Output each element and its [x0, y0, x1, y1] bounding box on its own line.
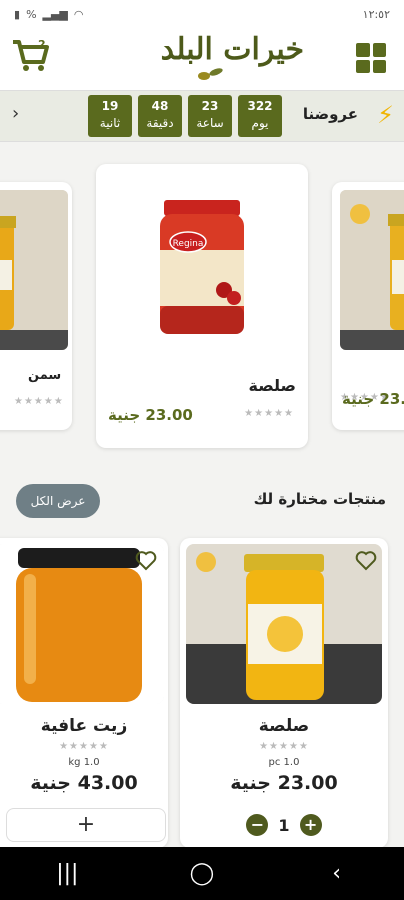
app-header: 2 خيرات البلد: [0, 28, 404, 90]
product-image-tomato-paste: Regina: [160, 200, 244, 334]
product-name: زيت عافية: [40, 716, 128, 736]
brand-label: Regina: [173, 239, 204, 249]
countdown-hours: 23 ساعة: [188, 95, 232, 137]
product-price: 43.00 جنية: [30, 772, 138, 794]
battery-percent: %: [26, 7, 37, 21]
countdown-hours-value: 23: [201, 99, 219, 113]
menu-grid-button[interactable]: [356, 43, 386, 73]
countdown-minutes-value: 48: [151, 99, 169, 113]
quantity-value: 1: [278, 815, 290, 835]
logo-text: خيرات البلد: [160, 32, 305, 67]
increase-quantity-button[interactable]: +: [299, 814, 322, 836]
product-unit: pc 1.0: [268, 757, 300, 768]
grid-cell-icon: [372, 59, 386, 73]
signal-icon: ▂▄▆: [42, 7, 68, 21]
countdown-seconds: 19 ثانية: [88, 95, 132, 137]
rating-stars: ★★★★★: [14, 396, 64, 407]
grid-cell-icon: [372, 43, 386, 57]
product-name: صلصة: [258, 716, 310, 736]
grid-cell-icon: [356, 59, 370, 73]
cart-button[interactable]: 2: [10, 34, 54, 78]
product-card[interactable]: صلصة ★★★★★ pc 1.0 23.00 جنية − 1 +: [180, 538, 388, 848]
rating-stars: ★★★★★: [259, 741, 309, 752]
countdown-hours-unit: ساعة: [196, 116, 224, 130]
countdown-seconds-value: 19: [101, 99, 119, 113]
clock: ١٢:٥٢: [362, 7, 390, 21]
countdown-minutes: 48 دقيقة: [138, 95, 182, 137]
countdown-seconds-unit: ثانية: [99, 116, 121, 130]
offers-title: عروضنا: [302, 105, 358, 123]
back-icon[interactable]: ‹: [307, 861, 367, 886]
carousel-card-main[interactable]: Regina صلصة ★★★★★ 23.00 جنية: [96, 164, 308, 448]
product-image-honey: [186, 544, 382, 704]
product-name: سمن: [28, 368, 62, 383]
home-icon[interactable]: ◯: [172, 861, 232, 886]
status-bar: ▮ % ▂▄▆ ◠ ١٢:٥٢: [0, 0, 404, 28]
olive-icon: [198, 68, 223, 80]
countdown-days-value: 322: [247, 99, 273, 113]
product-price: 23.00 جنية: [230, 772, 338, 794]
countdown-timer: 19 ثانية 48 دقيقة 23 ساعة 322 يوم: [88, 95, 282, 137]
status-icons: ▮ % ▂▄▆ ◠: [14, 8, 84, 21]
app-logo: خيرات البلد: [104, 30, 305, 86]
product-card[interactable]: زيت عافية ★★★★★ kg 1.0 43.00 جنية +: [0, 538, 168, 848]
product-price: 23.00 جنية: [342, 390, 404, 408]
product-price: 23.00 جنية: [108, 406, 193, 424]
add-to-cart-button[interactable]: +: [6, 808, 166, 842]
product-name: صلصة: [248, 376, 296, 395]
recent-apps-icon[interactable]: |||: [37, 861, 97, 886]
quantity-stepper: − 1 +: [180, 814, 388, 836]
chevron-left-icon[interactable]: ›: [12, 103, 19, 124]
rating-stars: ★★★★★: [244, 408, 294, 419]
carousel-card-left[interactable]: سمن ★★★★★: [0, 182, 72, 430]
cart-count-badge: 2: [38, 38, 46, 51]
decrease-quantity-button[interactable]: −: [246, 814, 269, 836]
rating-stars: ★★★★★: [59, 741, 109, 752]
countdown-days-unit: يوم: [251, 116, 269, 130]
offers-carousel[interactable]: سمن ★★★★★ Regina صلصة ★★★★★ 23.00 جنية ★…: [0, 142, 404, 472]
system-nav-bar: ||| ◯ ‹: [0, 847, 404, 900]
view-all-button[interactable]: عرض الكل: [16, 484, 100, 518]
product-unit: kg 1.0: [68, 757, 100, 768]
section-title: منتجات مختارة لك: [253, 490, 386, 508]
countdown-days: 322 يوم: [238, 95, 282, 137]
favorite-heart-icon[interactable]: [354, 548, 378, 572]
product-image-honey-jar: [340, 190, 404, 350]
carousel-card-right[interactable]: ★★★★★ 23.00 جنية: [332, 182, 404, 430]
grid-cell-icon: [356, 43, 370, 57]
product-image-honey: [0, 190, 68, 350]
favorite-heart-icon[interactable]: [134, 548, 158, 572]
wifi-icon: ◠: [73, 7, 84, 21]
battery-icon: ▮: [14, 7, 21, 21]
lightning-icon: ⚡: [377, 101, 394, 129]
countdown-minutes-unit: دقيقة: [146, 116, 174, 130]
offers-strip[interactable]: ⚡ عروضنا 19 ثانية 48 دقيقة 23 ساعة 322 ي…: [0, 90, 404, 142]
